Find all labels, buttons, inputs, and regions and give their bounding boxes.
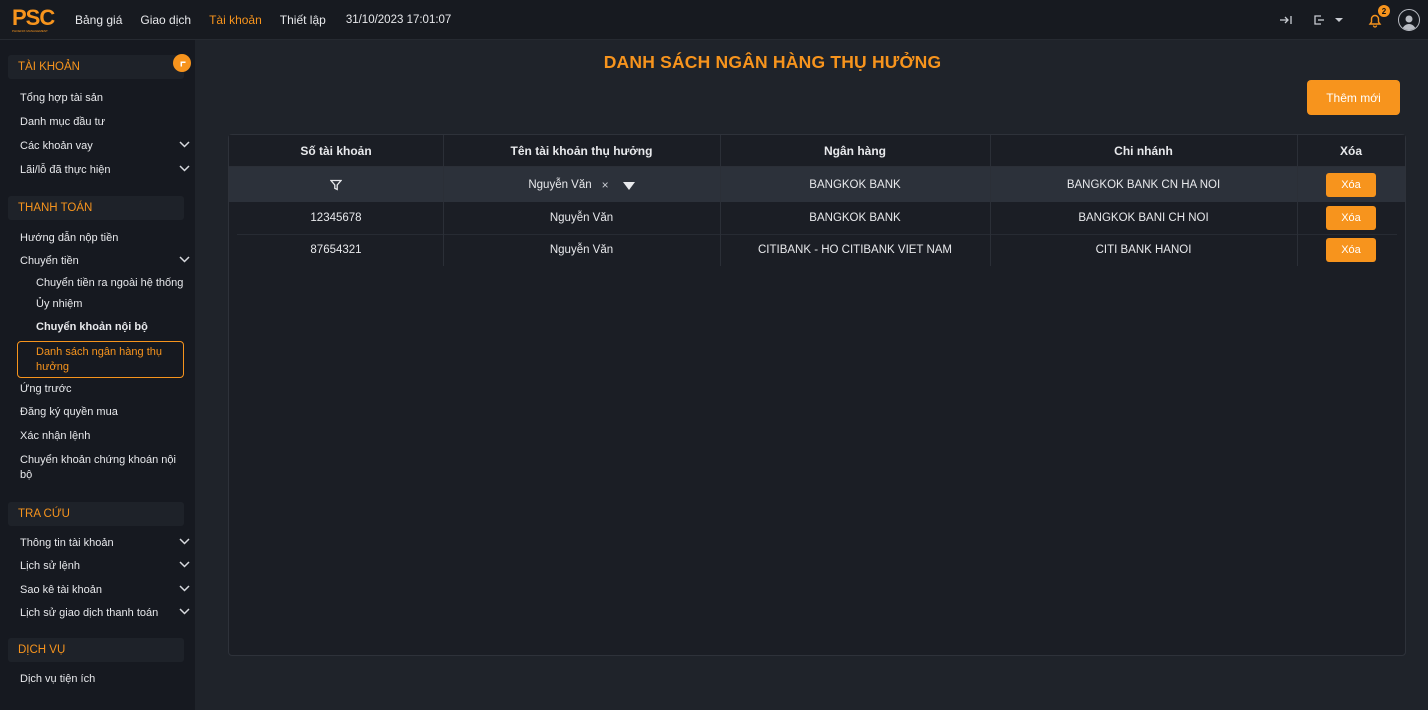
sidebar-item-chuyen-tien-ra-ngoai[interactable]: Chuyển tiền ra ngoài hệ thống: [36, 276, 183, 291]
table-cell-bank: BANGKOK BANK: [809, 212, 901, 224]
nav-tai-khoan[interactable]: Tài khoản: [209, 13, 262, 27]
page-title: DANH SÁCH NGÂN HÀNG THỤ HƯỞNG: [603, 52, 942, 72]
filter-icon[interactable]: [229, 167, 443, 202]
table-cell-account-name: Nguyễn Văn: [549, 212, 614, 224]
avatar-icon[interactable]: [1398, 9, 1420, 31]
sidebar-item-uy-nhiem[interactable]: Ủy nhiệm: [36, 297, 82, 312]
section-tai-khoan[interactable]: TÀI KHOẢN: [8, 55, 184, 79]
delete-button[interactable]: Xóa: [1326, 206, 1376, 230]
table-cell-bank: CITIBANK - HO CITIBANK VIET NAM: [757, 244, 953, 256]
sidebar-item-lich-su-giao-dich[interactable]: Lịch sử giao dịch thanh toán: [20, 606, 158, 621]
table-cell-branch: CITI BANK HANOI: [1095, 244, 1192, 256]
main-nav: Bảng giá Giao dịch Tài khoản Thiết lập 3…: [75, 0, 451, 40]
filter-account-name-value: Nguyễn Văn: [528, 178, 592, 191]
table-cell-account-no: 87654321: [310, 244, 362, 256]
chevron-down-icon[interactable]: [179, 585, 191, 597]
bell-icon[interactable]: 2: [1366, 5, 1390, 29]
chevron-down-icon[interactable]: [179, 141, 191, 153]
sidebar-item-dich-vu-tien-ich[interactable]: Dịch vụ tiện ích: [20, 672, 95, 687]
column-divider: [720, 135, 721, 266]
table-cell-branch: BANGKOK BANI CH NOI: [1078, 212, 1209, 224]
sidebar-item-chuyen-khoan-chung-khoan[interactable]: Chuyển khoản chứng khoán nội bộ: [20, 453, 180, 483]
sidebar: TÀI KHOẢN Tổng hợp tài sản Danh mục đầu …: [0, 40, 195, 710]
sidebar-item-ung-truoc[interactable]: Ứng trước: [20, 382, 71, 397]
sidebar-item-xac-nhan-lenh[interactable]: Xác nhận lệnh: [20, 429, 90, 444]
login-arrow-icon[interactable]: [1278, 11, 1296, 29]
column-header-delete: Xóa: [1339, 144, 1362, 158]
column-header-branch: Chi nhánh: [1114, 144, 1173, 158]
column-divider: [443, 135, 444, 266]
filter-branch: BANGKOK BANK CN HA NOI: [1066, 178, 1221, 191]
column-header-account-name: Tên tài khoản thụ hưởng: [510, 144, 653, 158]
delete-button[interactable]: Xóa: [1326, 172, 1376, 197]
add-new-button[interactable]: Thêm mới: [1307, 80, 1400, 115]
notification-badge: 2: [1378, 5, 1390, 17]
section-dich-vu[interactable]: DỊCH VỤ: [8, 638, 184, 662]
filter-bank: BANGKOK BANK: [809, 178, 901, 191]
sidebar-item-danh-muc-dau-tu[interactable]: Danh mục đầu tư: [20, 115, 105, 130]
top-right-controls: 2: [1278, 0, 1428, 40]
table-header: Số tài khoản Tên tài khoản thụ hưởng Ngâ…: [229, 135, 1405, 167]
column-header-bank: Ngân hàng: [824, 144, 886, 158]
clear-filter-icon[interactable]: ×: [602, 178, 609, 192]
filter-account-name[interactable]: Nguyễn Văn ×: [443, 167, 720, 202]
datetime-clock: 31/10/2023 17:01:07: [345, 14, 452, 26]
section-tra-cuu[interactable]: TRA CỨU: [8, 502, 184, 526]
filter-caret-down-icon[interactable]: [622, 181, 635, 190]
sidebar-item-huong-dan-nop-tien[interactable]: Hướng dẫn nộp tiền: [20, 231, 118, 246]
sidebar-item-chuyen-khoan-noi-bo[interactable]: Chuyển khoản nội bộ: [36, 320, 148, 335]
chevron-down-icon[interactable]: [179, 256, 191, 268]
table-cell-account-name: Nguyễn Văn: [549, 244, 614, 256]
sidebar-item-cac-khoan-vay[interactable]: Các khoản vay: [20, 139, 93, 154]
top-bar: PSC PHOENIX MANAGEMENT Bảng giá Giao dịc…: [0, 0, 1428, 40]
collapse-sidebar-icon[interactable]: [173, 54, 191, 72]
logo-text: PSC: [12, 5, 55, 30]
sidebar-item-dang-ky-quyen-mua[interactable]: Đăng ký quyền mua: [20, 405, 118, 420]
nav-giao-dich[interactable]: Giao dịch: [140, 13, 191, 27]
sidebar-item-lai-lo[interactable]: Lãi/lỗ đã thực hiện: [20, 163, 111, 178]
sidebar-item-lich-su-lenh[interactable]: Lịch sử lệnh: [20, 559, 80, 574]
logout-icon[interactable]: [1310, 11, 1328, 29]
chevron-down-icon[interactable]: [179, 561, 191, 573]
nav-thiet-lap[interactable]: Thiết lập: [280, 13, 326, 27]
column-divider: [1297, 135, 1298, 266]
chevron-down-icon[interactable]: [179, 538, 191, 550]
psc-logo[interactable]: PSC PHOENIX MANAGEMENT: [12, 5, 62, 34]
sidebar-item-danh-sach-ngan-hang-active[interactable]: Danh sách ngân hàng thụ hưởng: [17, 341, 184, 378]
delete-button[interactable]: Xóa: [1326, 238, 1376, 262]
column-header-account-no: Số tài khoản: [300, 144, 372, 158]
sidebar-item-tong-hop-tai-san[interactable]: Tổng hợp tài sản: [20, 91, 103, 106]
sidebar-item-label: Danh sách ngân hàng thụ hưởng: [36, 346, 162, 373]
filter-row: Nguyễn Văn × BANGKOK BANK BANGKOK BANK C…: [229, 167, 1405, 202]
sidebar-item-chuyen-tien[interactable]: Chuyển tiền: [20, 254, 79, 269]
sidebar-item-thong-tin-tai-khoan[interactable]: Thông tin tài khoản: [20, 536, 114, 551]
column-divider: [990, 135, 991, 266]
nav-bang-gia[interactable]: Bảng giá: [75, 13, 122, 27]
dropdown-caret-icon[interactable]: [1332, 11, 1346, 29]
table-cell-account-no: 12345678: [310, 212, 362, 224]
logo-subtext: PHOENIX MANAGEMENT: [12, 29, 48, 33]
section-thanh-toan[interactable]: THANH TOÁN: [8, 196, 184, 220]
sidebar-item-sao-ke-tai-khoan[interactable]: Sao kê tài khoản: [20, 583, 102, 598]
chevron-down-icon[interactable]: [179, 608, 191, 620]
chevron-down-icon[interactable]: [179, 165, 191, 177]
beneficiary-table: Số tài khoản Tên tài khoản thụ hưởng Ngâ…: [228, 134, 1406, 656]
